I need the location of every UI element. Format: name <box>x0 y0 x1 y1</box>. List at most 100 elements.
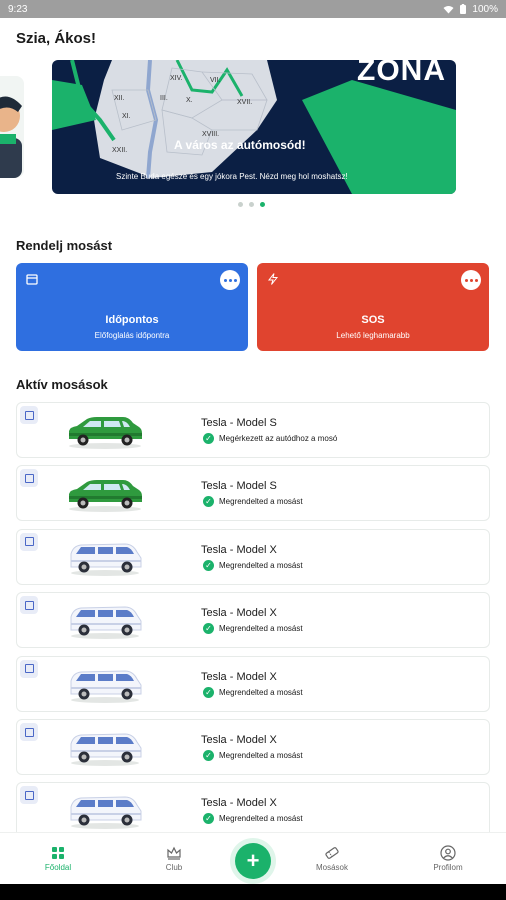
scheduled-wash-card[interactable]: Időpontos Előfoglalás időpontra <box>16 263 248 351</box>
card-subtitle: Lehető leghamarabb <box>336 331 410 340</box>
nav-label: Mosások <box>315 863 348 872</box>
battery-icon <box>460 4 467 14</box>
card-subtitle: Előfoglalás időpontra <box>94 331 170 340</box>
car-white-van-image <box>65 601 145 641</box>
check-circle-icon: ✓ <box>203 559 214 571</box>
card-title: Időpontos <box>105 314 159 326</box>
more-options-button[interactable] <box>220 270 240 290</box>
promo-carousel[interactable]: XIV. VII. XII. XVII. XI. III. X. XXII. X… <box>0 58 506 207</box>
page-dot-active[interactable] <box>260 202 265 207</box>
active-washes-title: Aktív mosások <box>16 377 108 392</box>
banner-headline: A város az autómosód! <box>174 138 306 152</box>
profile-icon <box>440 845 456 861</box>
check-circle-icon: ✓ <box>203 686 214 698</box>
car-name: Tesla - Model S <box>201 417 277 429</box>
wash-status: ✓ Megrendelted a mosást <box>203 559 303 571</box>
battery-level: 100% <box>472 3 498 15</box>
district-label: XXII. <box>112 147 127 154</box>
wash-list-item[interactable]: Tesla - Model X ✓ Megrendelted a mosást <box>16 655 490 712</box>
nav-label: Főoldal <box>44 863 72 872</box>
car-name: Tesla - Model X <box>201 543 277 556</box>
car-white-van-image <box>65 728 145 768</box>
car-name: Tesla - Model X <box>201 734 277 746</box>
car-name: Tesla - Model S <box>201 480 277 493</box>
nav-label: Club <box>165 863 183 872</box>
status-icons: 100% <box>443 4 498 15</box>
calendar-badge-icon <box>20 469 38 488</box>
status-bar: 9:23 100% <box>0 0 506 18</box>
previous-slide-peek[interactable] <box>0 76 24 178</box>
district-label: XI. <box>122 113 131 120</box>
district-label: III. <box>160 95 168 102</box>
system-navigation-bar <box>0 884 506 900</box>
wash-list-item[interactable]: Tesla - Model S ✓ Megrendelted a mosást <box>16 465 490 522</box>
sos-wash-card[interactable]: SOS Lehető leghamarabb <box>257 263 489 351</box>
car-white-van-image <box>65 538 145 578</box>
wash-list-item[interactable]: Tesla - Model X ✓ Megrendelted a mosást <box>16 719 490 775</box>
car-white-van-image <box>65 665 145 705</box>
crown-icon <box>167 846 181 860</box>
calendar-badge-icon <box>20 532 38 551</box>
check-circle-icon: ✓ <box>203 623 214 635</box>
district-label: XIV. <box>170 75 183 82</box>
car-green-suv-image <box>65 411 145 451</box>
more-options-button[interactable] <box>461 270 481 290</box>
district-label: X. <box>186 97 193 104</box>
status-text: Megrendelted a mosást <box>219 751 303 760</box>
nav-club[interactable]: Club <box>134 843 214 872</box>
promo-banner[interactable]: XIV. VII. XII. XVII. XI. III. X. XXII. X… <box>52 60 456 194</box>
grid-icon <box>52 847 64 859</box>
check-circle-icon: ✓ <box>203 750 214 761</box>
ticket-icon <box>325 847 339 859</box>
wash-list-item[interactable]: Tesla - Model S ✓ Megérkezett az autódhoz … <box>16 402 490 458</box>
district-label: XVII. <box>237 99 252 106</box>
check-circle-icon: ✓ <box>203 813 214 825</box>
car-name: Tesla - Model X <box>201 607 277 620</box>
car-name: Tesla - Model X <box>201 670 277 683</box>
carousel-pagination <box>238 202 265 207</box>
district-label: VII. <box>210 77 221 84</box>
add-wash-button[interactable]: + <box>235 843 271 879</box>
page-dot[interactable] <box>238 202 243 207</box>
banner-subtext: Szinte Buda egésze és egy jókora Pest. N… <box>116 172 348 181</box>
nav-washes[interactable]: Mosások <box>292 843 372 872</box>
wash-list-item[interactable]: Tesla - Model X ✓ Megrendelted a mosást <box>16 782 490 839</box>
lightning-icon <box>267 273 279 285</box>
wash-status: ✓ Megrendelted a mosást <box>203 686 303 698</box>
district-label: XVIII. <box>202 131 219 138</box>
wash-status: ✓ Megrendelted a mosást <box>203 496 303 508</box>
check-circle-icon: ✓ <box>203 433 214 444</box>
district-label: XII. <box>114 95 125 102</box>
wash-status: ✓ Megrendelted a mosást <box>203 623 303 635</box>
card-title: SOS <box>361 314 385 326</box>
wash-status: ✓ Megrendelted a mosást <box>203 813 303 825</box>
status-text: Megrendelted a mosást <box>219 624 303 634</box>
calendar-badge-icon <box>20 659 38 678</box>
car-name: Tesla - Model X <box>201 797 277 810</box>
banner-brand: ZONA <box>357 60 446 87</box>
check-circle-icon: ✓ <box>203 496 214 508</box>
calendar-badge-icon <box>20 596 38 615</box>
calendar-badge-icon <box>20 786 38 805</box>
nav-label: Profilom <box>433 863 463 872</box>
car-green-suv-image <box>65 474 145 514</box>
greeting-title: Szia, Ákos! <box>16 30 97 47</box>
status-text: Megrendelted a mosást <box>219 814 303 824</box>
status-text: Megrendelted a mosást <box>219 560 303 570</box>
status-text: Megrendelted a mosást <box>219 497 303 507</box>
calendar-badge-icon <box>20 723 38 741</box>
status-text: Megrendelted a mosást <box>219 687 303 697</box>
wash-list-item[interactable]: Tesla - Model X ✓ Megrendelted a mosást <box>16 528 490 585</box>
wash-list-item[interactable]: Tesla - Model X ✓ Megrendelted a mosást <box>16 592 490 649</box>
calendar-icon <box>26 274 38 285</box>
wash-status: ✓ Megrendelted a mosást <box>203 750 303 761</box>
nav-profile[interactable]: Profilom <box>408 843 488 872</box>
wifi-icon <box>443 5 454 13</box>
page-dot[interactable] <box>249 202 254 207</box>
nav-home[interactable]: Főoldal <box>18 843 98 872</box>
avatar-illustration <box>0 96 22 178</box>
clock: 9:23 <box>8 3 28 15</box>
car-white-van-image <box>65 791 145 831</box>
calendar-badge-icon <box>20 406 38 424</box>
status-text: Megérkezett az autódhoz a mosó <box>219 434 338 443</box>
